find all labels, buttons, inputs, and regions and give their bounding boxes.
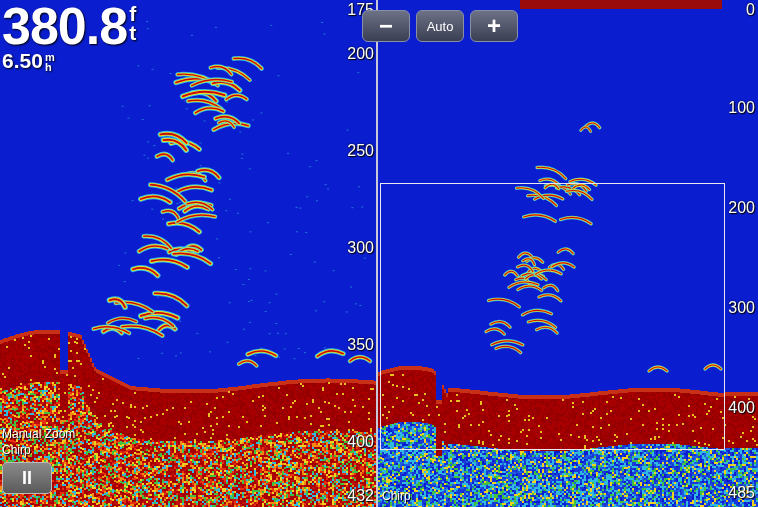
depth-scale-label: 400	[347, 433, 374, 451]
depth-scale-label: 200	[728, 199, 755, 217]
zoom-button[interactable]: +	[470, 10, 518, 42]
sonar-panel-right: 0 100 200 300 400 485 Chirp	[378, 0, 758, 507]
sonar-panel-left: 380.8ft6.50mh175200250300350400432Manual…	[0, 0, 376, 507]
zoom-controls: −Auto+	[362, 10, 518, 42]
sonar-echogram-overview	[378, 0, 758, 507]
zoom-mode-label: Manual Zoom	[2, 427, 75, 441]
depth-scale-label: 200	[347, 45, 374, 63]
depth-unit: ft	[129, 0, 136, 42]
speed-unit: mh	[45, 50, 55, 72]
depth-scale-label: 485	[728, 484, 755, 502]
depth-readout: 380.8ft	[2, 0, 136, 52]
top-strip	[520, 0, 722, 9]
auto-button[interactable]: Auto	[416, 10, 464, 42]
depth-scale-label: 250	[347, 142, 374, 160]
frequency-label: Chirp	[2, 443, 31, 457]
frequency-label: Chirp	[382, 489, 411, 503]
depth-scale-label: 400	[728, 399, 755, 417]
depth-scale-label: 0	[746, 1, 755, 19]
depth-scale-label: 300	[347, 239, 374, 257]
depth-scale-label: 350	[347, 336, 374, 354]
speed-readout: 6.50mh	[2, 50, 55, 72]
pause-button[interactable]: II	[2, 462, 52, 494]
depth-scale-label: 300	[728, 299, 755, 317]
speed-unit-bottom: h	[45, 62, 55, 72]
zoom-button[interactable]: −	[362, 10, 410, 42]
depth-value: 380.8	[2, 0, 127, 52]
depth-scale-label: 432	[347, 487, 374, 505]
depth-unit-bottom: t	[129, 23, 136, 42]
speed-value: 6.50	[2, 50, 43, 72]
depth-scale-label: 100	[728, 99, 755, 117]
zoom-region-box	[380, 183, 725, 450]
speed-unit-top: m	[45, 52, 55, 62]
depth-unit-top: f	[129, 4, 136, 23]
